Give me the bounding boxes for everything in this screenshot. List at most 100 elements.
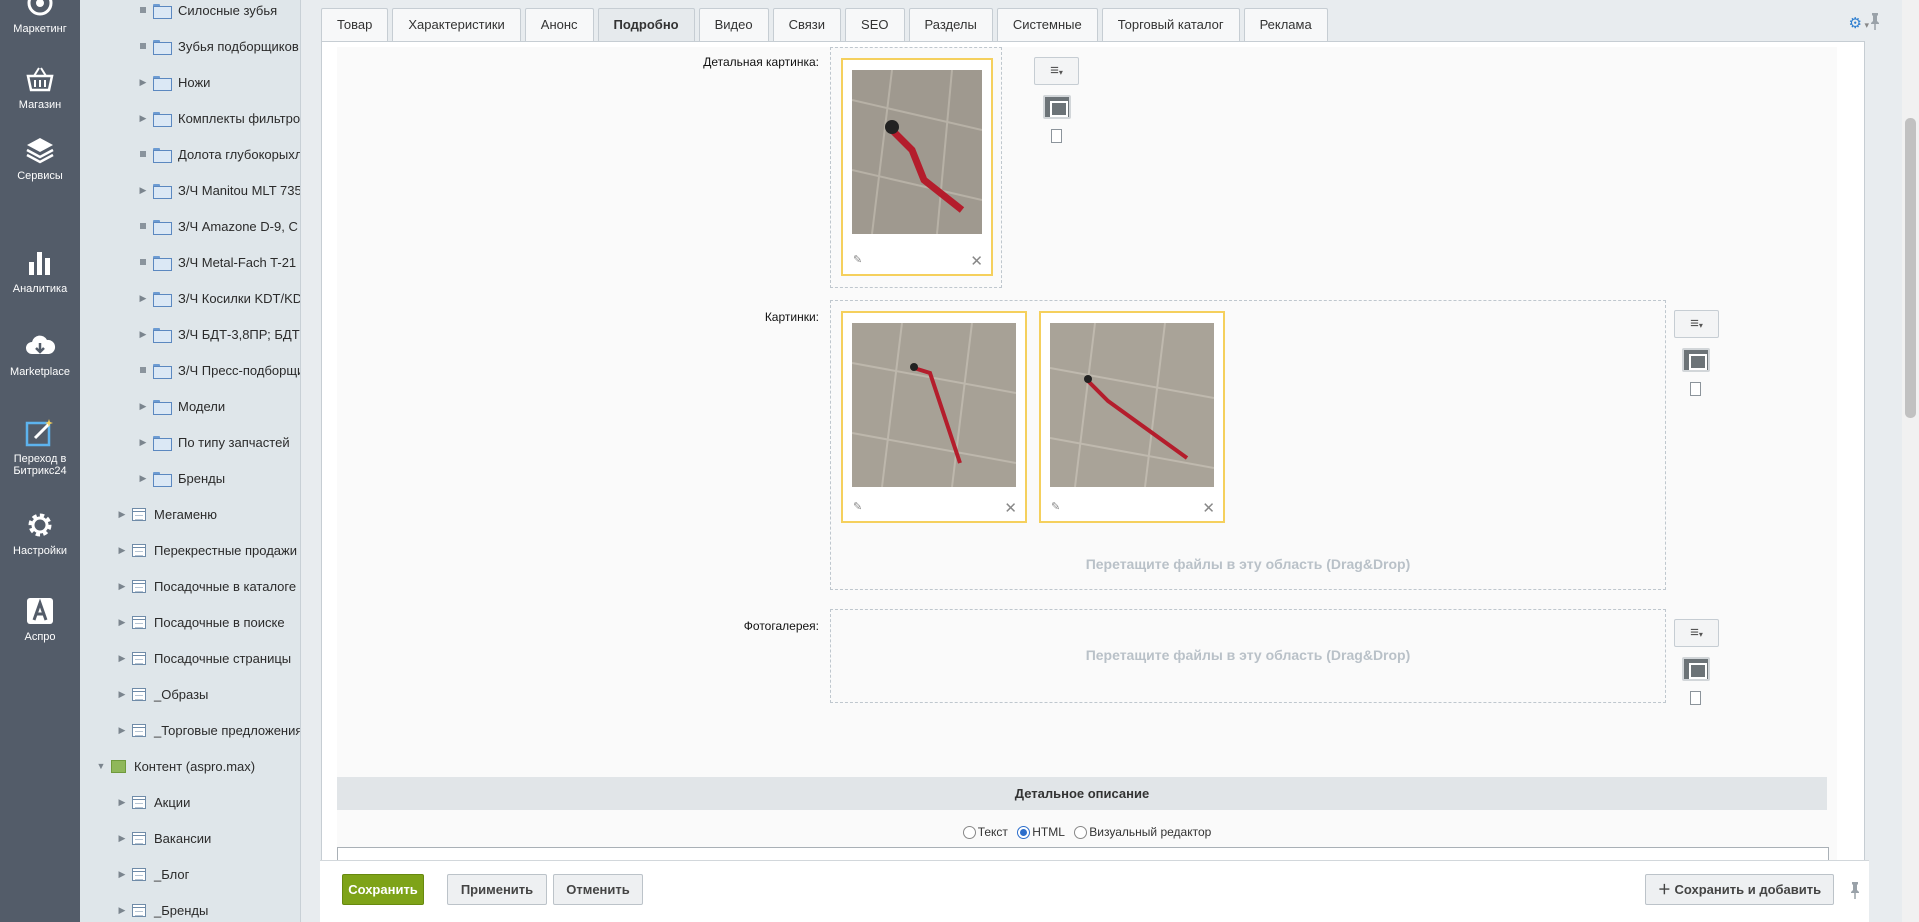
tree-iblock[interactable]: ▶ Мегаменю — [115, 504, 217, 524]
expand-arrow-icon[interactable]: ▶ — [136, 185, 150, 196]
expand-arrow-icon[interactable]: ▶ — [136, 293, 150, 304]
save-and-add-button[interactable]: ＋ Сохранить и добавить — [1645, 874, 1834, 905]
apply-button[interactable]: Применить — [447, 874, 547, 905]
image-thumbnail[interactable]: ✎ ✕ — [1039, 311, 1225, 523]
image-thumbnail[interactable]: ✎ ✕ — [841, 311, 1027, 523]
tab-links[interactable]: Связи — [772, 8, 842, 41]
file-menu-button[interactable]: ≡▾ — [1674, 619, 1719, 647]
tree-item[interactable]: ▶ Модели — [136, 396, 225, 416]
tree-item[interactable]: З/Ч Amazone D-9, C — [136, 216, 298, 236]
collapse-arrow-icon[interactable]: ▼ — [94, 761, 108, 771]
detail-picture-dropzone[interactable]: ✎ ✕ — [830, 47, 1002, 288]
expand-arrow-icon[interactable]: ▶ — [115, 545, 129, 556]
expand-arrow-icon[interactable]: ▶ — [115, 833, 129, 844]
tab-characteristics[interactable]: Характеристики — [392, 8, 521, 41]
tree-iblock[interactable]: ▶ Посадочные в поиске — [115, 612, 285, 632]
tree-iblock[interactable]: ▶ Перекрестные продажи — [115, 540, 297, 560]
expand-arrow-icon[interactable]: ▶ — [136, 329, 150, 340]
expand-arrow-icon[interactable]: ▶ — [115, 689, 129, 700]
expand-arrow-icon[interactable]: ▶ — [136, 77, 150, 88]
edit-icon[interactable]: ✎ — [853, 500, 862, 513]
tree-iblock[interactable]: ▶ Акции — [115, 792, 191, 812]
nav-services[interactable]: Сервисы — [0, 133, 80, 182]
edit-icon[interactable]: ✎ — [1051, 500, 1060, 513]
close-icon[interactable]: ✕ — [1202, 499, 1215, 517]
tree-iblock[interactable]: ▶ _Блог — [115, 864, 190, 884]
radio-label: Текст — [977, 825, 1008, 839]
tab-ads[interactable]: Реклама — [1243, 8, 1328, 41]
expand-arrow-icon[interactable]: ▶ — [136, 113, 150, 124]
tree-item[interactable]: ▶ З/Ч Manitou MLT 735 — [136, 180, 300, 200]
expand-arrow-icon[interactable]: ▶ — [115, 617, 129, 628]
gallery-dropzone[interactable]: Перетащите файлы в эту область (Drag&Dro… — [830, 609, 1666, 703]
expand-arrow-icon[interactable]: ▶ — [115, 869, 129, 880]
tab-product[interactable]: Товар — [321, 8, 389, 41]
tab-settings-button[interactable]: ⚙ ▾ — [1849, 14, 1869, 32]
expand-arrow-icon[interactable]: ▶ — [136, 401, 150, 412]
expand-arrow-icon[interactable]: ▶ — [136, 437, 150, 448]
expand-arrow-icon[interactable]: ▶ — [136, 473, 150, 484]
image-thumbnail[interactable]: ✎ ✕ — [841, 58, 993, 276]
tree-item[interactable]: З/Ч Пресс-подборщик — [136, 360, 300, 380]
file-icon[interactable] — [1690, 382, 1701, 396]
tree-iblock[interactable]: ▶ Посадочные страницы — [115, 648, 292, 668]
tab-details[interactable]: Подробно — [597, 8, 695, 41]
tree-item[interactable]: Долота глубокорыхлителей — [136, 144, 300, 164]
nav-bitrix24[interactable]: Переход в Битрикс24 — [0, 416, 80, 477]
file-icon[interactable] — [1051, 129, 1062, 143]
pin-icon[interactable] — [1849, 881, 1861, 899]
tree-iblock[interactable]: ▶ _Образы — [115, 684, 209, 704]
nav-marketplace[interactable]: Marketplace — [0, 329, 80, 378]
pin-icon[interactable] — [1869, 12, 1881, 30]
tab-bar: Товар Характеристики Анонс Подробно Виде… — [321, 8, 1332, 41]
expand-arrow-icon[interactable]: ▶ — [115, 581, 129, 592]
cancel-button[interactable]: Отменить — [553, 874, 643, 905]
tree-item[interactable]: ▶ Ножи — [136, 72, 210, 92]
tree-item[interactable]: ▶ Бренды — [136, 468, 225, 488]
image-library-button[interactable] — [1043, 95, 1071, 119]
nav-analytics[interactable]: Аналитика — [0, 246, 80, 295]
expand-arrow-icon[interactable]: ▶ — [115, 509, 129, 520]
image-library-button[interactable] — [1682, 348, 1710, 372]
tree-item[interactable]: Зубья подборщиков — [136, 36, 299, 56]
expand-arrow-icon[interactable]: ▶ — [115, 725, 129, 736]
pictures-dropzone[interactable]: ✎ ✕ ✎ ✕ Перетащите файлы в эту область (… — [830, 300, 1666, 590]
close-icon[interactable]: ✕ — [970, 252, 983, 270]
tree-iblock[interactable]: ▶ _Торговые предложения — [115, 720, 300, 740]
tab-system[interactable]: Системные — [996, 8, 1098, 41]
tree-iblock[interactable]: ▶ Посадочные в каталоге — [115, 576, 297, 596]
nav-shop[interactable]: Магазин — [0, 62, 80, 111]
expand-arrow-icon[interactable]: ▶ — [115, 905, 129, 916]
page-scrollbar[interactable] — [1902, 0, 1919, 922]
save-button[interactable]: Сохранить — [342, 874, 424, 905]
radio-visual-editor[interactable]: Визуальный редактор — [1074, 825, 1211, 839]
radio-text[interactable]: Текст — [962, 825, 1008, 839]
tab-sections[interactable]: Разделы — [908, 8, 993, 41]
tree-item[interactable]: З/Ч Metal-Fach T-21 — [136, 252, 296, 272]
expand-arrow-icon[interactable]: ▶ — [115, 653, 129, 664]
nav-settings[interactable]: Настройки — [0, 508, 80, 557]
tab-seo[interactable]: SEO — [845, 8, 905, 41]
tree-item[interactable]: ▶ З/Ч Косилки KDT/KD — [136, 288, 300, 308]
tree-item[interactable]: ▶ По типу запчастей — [136, 432, 290, 452]
radio-html[interactable]: HTML — [1017, 825, 1065, 839]
tree-item[interactable]: ▶ З/Ч БДТ-3,8ПР; БДТ — [136, 324, 300, 344]
file-menu-button[interactable]: ≡▾ — [1674, 310, 1719, 338]
nav-aspro[interactable]: Аспро — [0, 594, 80, 643]
image-library-button[interactable] — [1682, 657, 1710, 681]
file-menu-button[interactable]: ≡▾ — [1034, 57, 1079, 85]
tab-announce[interactable]: Анонс — [524, 8, 594, 41]
tab-video[interactable]: Видео — [698, 8, 769, 41]
edit-icon[interactable]: ✎ — [853, 253, 862, 266]
tree-item[interactable]: ▶ Комплекты фильтров — [136, 108, 300, 128]
tree-item[interactable]: Силосные зубья — [136, 0, 277, 20]
file-icon[interactable] — [1690, 691, 1701, 705]
tree-content-type[interactable]: ▼ Контент (aspro.max) — [94, 756, 256, 776]
close-icon[interactable]: ✕ — [1004, 499, 1017, 517]
tree-iblock[interactable]: ▶ Вакансии — [115, 828, 212, 848]
nav-marketing[interactable]: Маркетинг — [0, 0, 80, 35]
scrollbar-thumb[interactable] — [1905, 118, 1916, 418]
expand-arrow-icon[interactable]: ▶ — [115, 797, 129, 808]
tree-iblock[interactable]: ▶ _Бренды — [115, 900, 209, 920]
tab-trade-catalog[interactable]: Торговый каталог — [1101, 8, 1240, 41]
